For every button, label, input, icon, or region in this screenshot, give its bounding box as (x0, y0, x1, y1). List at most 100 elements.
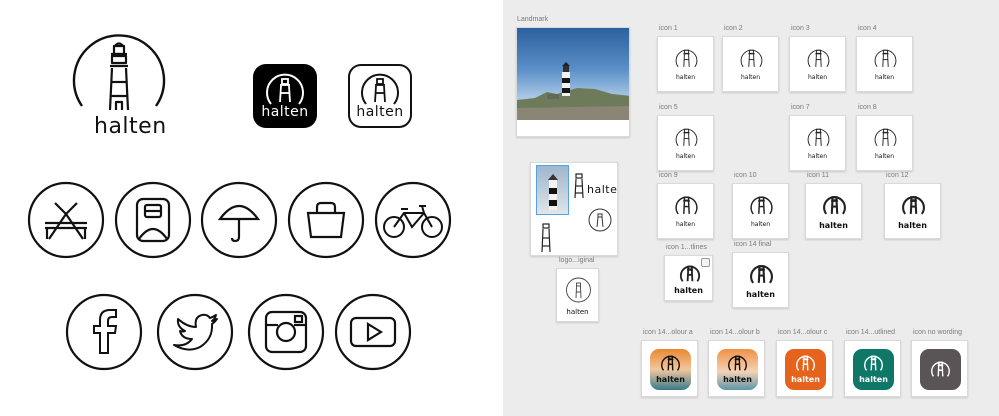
app-icon-outline-wordmark: halten (356, 104, 404, 120)
card-wordmark: halten (676, 221, 695, 228)
artboard-label-landmark: Landmark (517, 16, 549, 23)
logo-wordmark: halten (94, 114, 167, 139)
collage-wordmark: halten (587, 183, 618, 196)
app-icon-colour-wordmark: halten (723, 375, 752, 384)
picnic-table-icon (27, 181, 105, 259)
card-wordmark: halten (875, 74, 894, 81)
bicycle-icon (374, 181, 452, 259)
lighthouse-icon (674, 124, 699, 154)
artboard-icon-card[interactable]: halten (657, 36, 714, 92)
artboard-icon-card[interactable]: halten (789, 36, 846, 92)
artboard-label-grid: icon 7 (791, 104, 810, 111)
lighthouse-icon (901, 192, 926, 222)
app-icon-colour-wordmark: halten (791, 375, 820, 384)
twitter-icon (156, 293, 234, 371)
artboard-label-variant: icon 14...olour b (710, 329, 760, 336)
card-wordmark: halten (875, 153, 894, 160)
facebook-icon (65, 293, 143, 371)
artboard-label-grid: icon 10 (734, 172, 757, 179)
card-wordmark: halten (746, 290, 775, 299)
artboard-label-logo-original: logo...iginal (559, 257, 595, 264)
app-icon-colour-wordmark: halten (656, 375, 685, 384)
card-wordmark: halten (808, 153, 827, 160)
artboard-label-grid: icon 12 (886, 172, 909, 179)
artboard-icon-card[interactable]: halten (805, 183, 862, 239)
artboard-icon-card[interactable]: halten (722, 36, 779, 92)
app-icon-colour (920, 349, 961, 390)
artboard-collage[interactable]: halten (530, 162, 618, 256)
collage-ring-icon (588, 208, 612, 232)
landmark-photo (517, 28, 629, 120)
artboard-label-grid: icon 5 (659, 104, 678, 111)
lighthouse-icon (679, 262, 701, 289)
artboard-icon-card[interactable]: halten (856, 36, 913, 92)
card-wordmark: halten (674, 286, 703, 295)
app-icon-black: halten (253, 64, 317, 128)
artboard-label-variant: icon no wording (913, 329, 963, 336)
artboard-colour-variant[interactable]: halten (641, 340, 698, 397)
lighthouse-icon (806, 124, 831, 154)
lighthouse-icon (749, 261, 774, 291)
card-wordmark: halten (751, 221, 770, 228)
lighthouse-icon (822, 192, 847, 222)
app-icon-colour: halten (853, 349, 894, 390)
card-wordmark: halten (898, 221, 927, 230)
lock-icon[interactable] (701, 258, 710, 267)
card-wordmark: halten (676, 153, 695, 160)
artboard-icon-card[interactable]: halten (789, 115, 846, 171)
artboard-label-grid: icon 2 (724, 25, 743, 32)
artboard-icon-card[interactable]: halten (856, 115, 913, 171)
lighthouse-icon (674, 45, 699, 75)
artboard-colour-variant[interactable]: halten (708, 340, 765, 397)
lighthouse-icon (749, 192, 774, 222)
app-icon-colour: halten (650, 349, 691, 390)
umbrella-icon (200, 181, 278, 259)
brand-sheet-panel: halten halten halten (0, 0, 503, 416)
card-wordmark: halten (676, 74, 695, 81)
artboard-canvas[interactable]: Landmark halte logo...iginal halten icon… (503, 0, 999, 416)
artboard-landmark[interactable] (516, 27, 630, 137)
collage-lighthouse-icon (574, 173, 584, 199)
card-wordmark: halten (741, 74, 760, 81)
backpack-icon (114, 181, 192, 259)
card-wordmark: halten (819, 221, 848, 230)
app-icon-outline: halten (348, 64, 412, 128)
artboard-icon-card[interactable]: halten (732, 252, 789, 308)
logo-original-wordmark: halten (566, 308, 589, 316)
app-icon-black-wordmark: halten (261, 104, 309, 120)
artboard-label-grid: icon 1...tlines (666, 244, 707, 251)
lighthouse-icon (873, 45, 898, 75)
lighthouse-icon (873, 124, 898, 154)
artboard-colour-variant[interactable]: halten (844, 340, 901, 397)
youtube-icon (334, 293, 412, 371)
artboard-colour-variant[interactable] (911, 340, 968, 397)
artboard-icon-card[interactable]: halten (884, 183, 941, 239)
artboard-label-variant: icon 14...olour c (778, 329, 828, 336)
artboard-label-grid: icon 9 (659, 172, 678, 179)
artboard-label-variant: icon 14...olour a (643, 329, 693, 336)
lighthouse-icon (674, 192, 699, 222)
artboard-icon-card[interactable]: halten (732, 183, 789, 239)
instagram-icon (247, 293, 325, 371)
lighthouse-icon (806, 45, 831, 75)
artboard-icon-card[interactable]: halten (657, 183, 714, 239)
collage-lighthouse-small-icon (541, 223, 551, 253)
artboard-label-grid: icon 4 (858, 25, 877, 32)
artboard-label-grid: icon 8 (858, 104, 877, 111)
lighthouse-icon (739, 45, 764, 75)
artboard-icon-card[interactable]: halten (657, 115, 714, 171)
artboard-colour-variant[interactable]: halten (776, 340, 833, 397)
lighthouse-logo-icon (72, 28, 166, 114)
artboard-label-grid: icon 3 (791, 25, 810, 32)
artboard-icon-card[interactable]: halten (664, 255, 713, 301)
collage-photo-thumbnail (536, 165, 569, 215)
app-icon-colour: halten (717, 349, 758, 390)
lighthouse-icon (930, 358, 951, 384)
card-wordmark: halten (808, 74, 827, 81)
artboard-logo-original[interactable]: halten (556, 268, 599, 322)
bag-icon (287, 181, 365, 259)
artboard-label-variant: icon 14...utlined (846, 329, 896, 336)
artboard-label-grid: icon 14 final (734, 241, 772, 248)
artboard-label-grid: icon 1 (659, 25, 678, 32)
app-icon-colour-wordmark: halten (859, 375, 888, 384)
